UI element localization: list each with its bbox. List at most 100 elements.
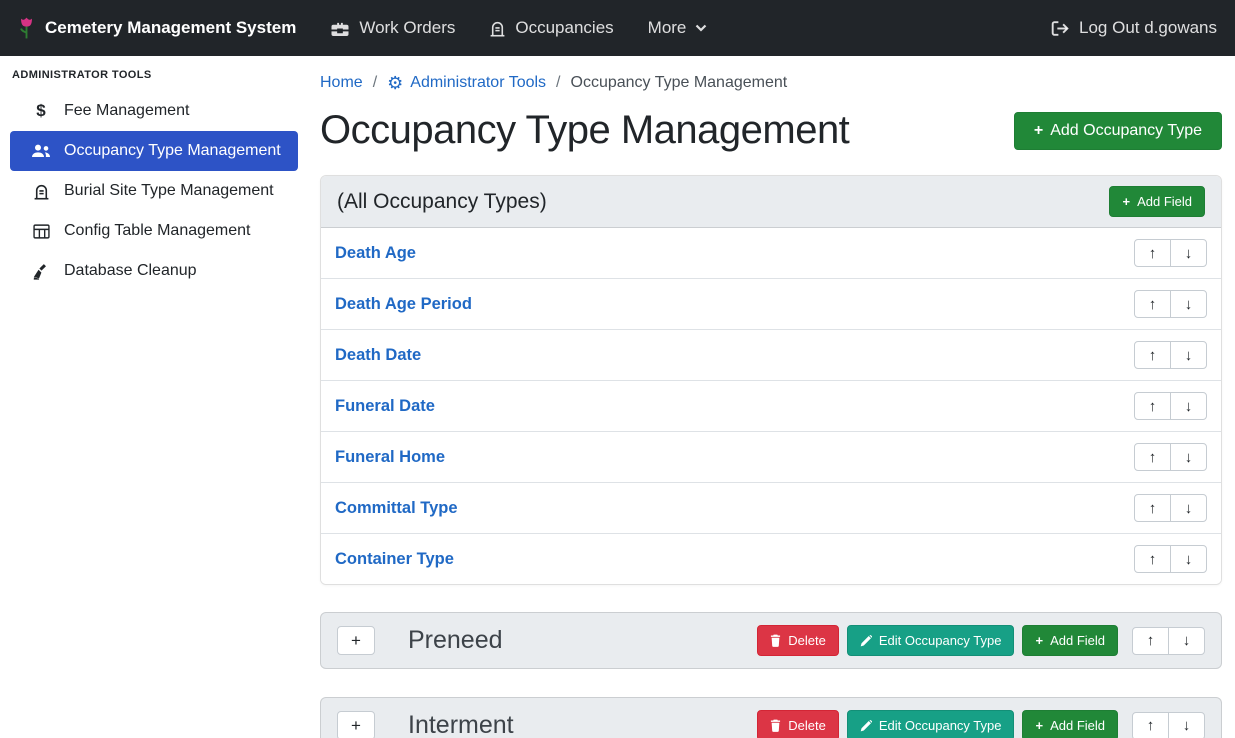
reorder-controls: ↑ ↓: [1132, 627, 1205, 655]
nav-label: More: [648, 18, 687, 38]
reorder-controls: ↑ ↓: [1134, 392, 1207, 420]
toolbox-icon: [330, 20, 350, 37]
nav-label: Occupancies: [515, 18, 613, 38]
chevron-down-icon: [695, 24, 707, 32]
occupancy-type-section-preneed: + Preneed Delete: [320, 612, 1222, 669]
add-field-button[interactable]: + Add Field: [1022, 710, 1118, 738]
reorder-controls: ↑ ↓: [1134, 239, 1207, 267]
nav-item-occupancies[interactable]: Occupancies: [489, 18, 613, 38]
move-down-button[interactable]: ↓: [1168, 627, 1205, 655]
move-up-button[interactable]: ↑: [1134, 341, 1171, 369]
field-link-funeral-date[interactable]: Funeral Date: [335, 397, 435, 416]
move-up-button[interactable]: ↑: [1134, 290, 1171, 318]
expand-section-button[interactable]: +: [337, 626, 375, 655]
sidebar-header: ADMINISTRATOR TOOLS: [0, 69, 310, 91]
sidebar-item-burial-site-type-management[interactable]: Burial Site Type Management: [10, 171, 298, 211]
move-up-button[interactable]: ↑: [1132, 712, 1169, 738]
card-title: (All Occupancy Types): [337, 190, 547, 214]
flower-logo-icon: [18, 16, 35, 41]
field-link-funeral-home[interactable]: Funeral Home: [335, 448, 445, 467]
field-row: Death Age Period ↑ ↓: [321, 279, 1221, 330]
all-occupancy-types-card: (All Occupancy Types) + Add Field Death …: [320, 175, 1222, 585]
move-up-button[interactable]: ↑: [1134, 239, 1171, 267]
all-occupancy-types-header: (All Occupancy Types) + Add Field: [321, 176, 1221, 228]
sidebar-item-label: Config Table Management: [64, 222, 251, 240]
logout-button[interactable]: Log Out d.gowans: [1051, 18, 1217, 38]
move-down-button[interactable]: ↓: [1170, 239, 1207, 267]
field-row: Funeral Date ↑ ↓: [321, 381, 1221, 432]
edit-occupancy-type-button[interactable]: Edit Occupancy Type: [847, 710, 1015, 738]
field-link-death-age-period[interactable]: Death Age Period: [335, 295, 472, 314]
move-down-button[interactable]: ↓: [1170, 290, 1207, 318]
move-down-button[interactable]: ↓: [1170, 341, 1207, 369]
plus-icon: +: [1035, 633, 1043, 648]
section-title: Preneed: [408, 626, 503, 655]
users-icon: [30, 144, 52, 158]
nav-item-more[interactable]: More: [648, 18, 708, 38]
pencil-icon: [860, 635, 872, 647]
move-down-button[interactable]: ↓: [1170, 443, 1207, 471]
sidebar-item-label: Fee Management: [64, 102, 189, 120]
field-link-death-age[interactable]: Death Age: [335, 244, 416, 263]
move-down-button[interactable]: ↓: [1170, 494, 1207, 522]
move-down-button[interactable]: ↓: [1168, 712, 1205, 738]
logout-icon: [1051, 20, 1070, 37]
sidebar-item-database-cleanup[interactable]: Database Cleanup: [10, 251, 298, 291]
breadcrumb-separator: /: [373, 74, 377, 92]
field-link-death-date[interactable]: Death Date: [335, 346, 421, 365]
move-up-button[interactable]: ↑: [1134, 443, 1171, 471]
page-title: Occupancy Type Management: [320, 108, 849, 153]
move-up-button[interactable]: ↑: [1134, 494, 1171, 522]
breadcrumb-current: Occupancy Type Management: [571, 74, 788, 92]
plus-icon: +: [1035, 718, 1043, 733]
section-title: Interment: [408, 711, 514, 738]
move-down-button[interactable]: ↓: [1170, 392, 1207, 420]
sidebar-item-fee-management[interactable]: $ Fee Management: [10, 91, 298, 131]
tombstone-icon: [489, 20, 506, 37]
field-link-committal-type[interactable]: Committal Type: [335, 499, 458, 518]
add-occupancy-type-button[interactable]: + Add Occupancy Type: [1014, 112, 1222, 150]
app-title: Cemetery Management System: [45, 18, 296, 38]
tombstone-icon: [30, 183, 52, 200]
top-navbar: Cemetery Management System Work Orders O…: [0, 0, 1235, 56]
sidebar-item-occupancy-type-management[interactable]: Occupancy Type Management: [10, 131, 298, 171]
move-up-button[interactable]: ↑: [1132, 627, 1169, 655]
sidebar-item-label: Occupancy Type Management: [64, 142, 281, 160]
breadcrumb: Home / ⚙ Administrator Tools / Occupancy…: [320, 74, 1222, 92]
dollar-icon: $: [30, 101, 52, 121]
trash-icon: [770, 719, 781, 732]
field-row: Funeral Home ↑ ↓: [321, 432, 1221, 483]
section-controls: Delete Edit Occupancy Type + Add Field ↑: [757, 625, 1205, 656]
table-icon: [30, 224, 52, 239]
expand-section-button[interactable]: +: [337, 711, 375, 738]
nav-item-work-orders[interactable]: Work Orders: [330, 18, 455, 38]
move-up-button[interactable]: ↑: [1134, 545, 1171, 573]
reorder-controls: ↑ ↓: [1134, 443, 1207, 471]
nav-label: Work Orders: [359, 18, 455, 38]
plus-icon: +: [1034, 122, 1043, 140]
move-down-button[interactable]: ↓: [1170, 545, 1207, 573]
field-row: Container Type ↑ ↓: [321, 534, 1221, 584]
breadcrumb-home-link[interactable]: Home: [320, 74, 363, 92]
add-field-button[interactable]: + Add Field: [1022, 625, 1118, 656]
field-row: Death Date ↑ ↓: [321, 330, 1221, 381]
sidebar-item-label: Burial Site Type Management: [64, 182, 274, 200]
delete-button[interactable]: Delete: [757, 625, 839, 656]
field-link-container-type[interactable]: Container Type: [335, 550, 454, 569]
app-brand[interactable]: Cemetery Management System: [18, 16, 296, 41]
section-controls: Delete Edit Occupancy Type + Add Field ↑: [757, 710, 1205, 738]
breadcrumb-admin-tools-link[interactable]: ⚙ Administrator Tools: [387, 74, 546, 92]
gear-icon: ⚙: [387, 74, 403, 92]
reorder-controls: ↑ ↓: [1132, 712, 1205, 738]
main-content: Home / ⚙ Administrator Tools / Occupancy…: [310, 56, 1235, 738]
edit-occupancy-type-button[interactable]: Edit Occupancy Type: [847, 625, 1015, 656]
add-field-button[interactable]: + Add Field: [1109, 186, 1205, 217]
trash-icon: [770, 634, 781, 647]
sidebar-item-config-table-management[interactable]: Config Table Management: [10, 211, 298, 251]
delete-button[interactable]: Delete: [757, 710, 839, 738]
move-up-button[interactable]: ↑: [1134, 392, 1171, 420]
logout-label: Log Out d.gowans: [1079, 18, 1217, 38]
reorder-controls: ↑ ↓: [1134, 494, 1207, 522]
sidebar-item-label: Database Cleanup: [64, 262, 197, 280]
reorder-controls: ↑ ↓: [1134, 341, 1207, 369]
